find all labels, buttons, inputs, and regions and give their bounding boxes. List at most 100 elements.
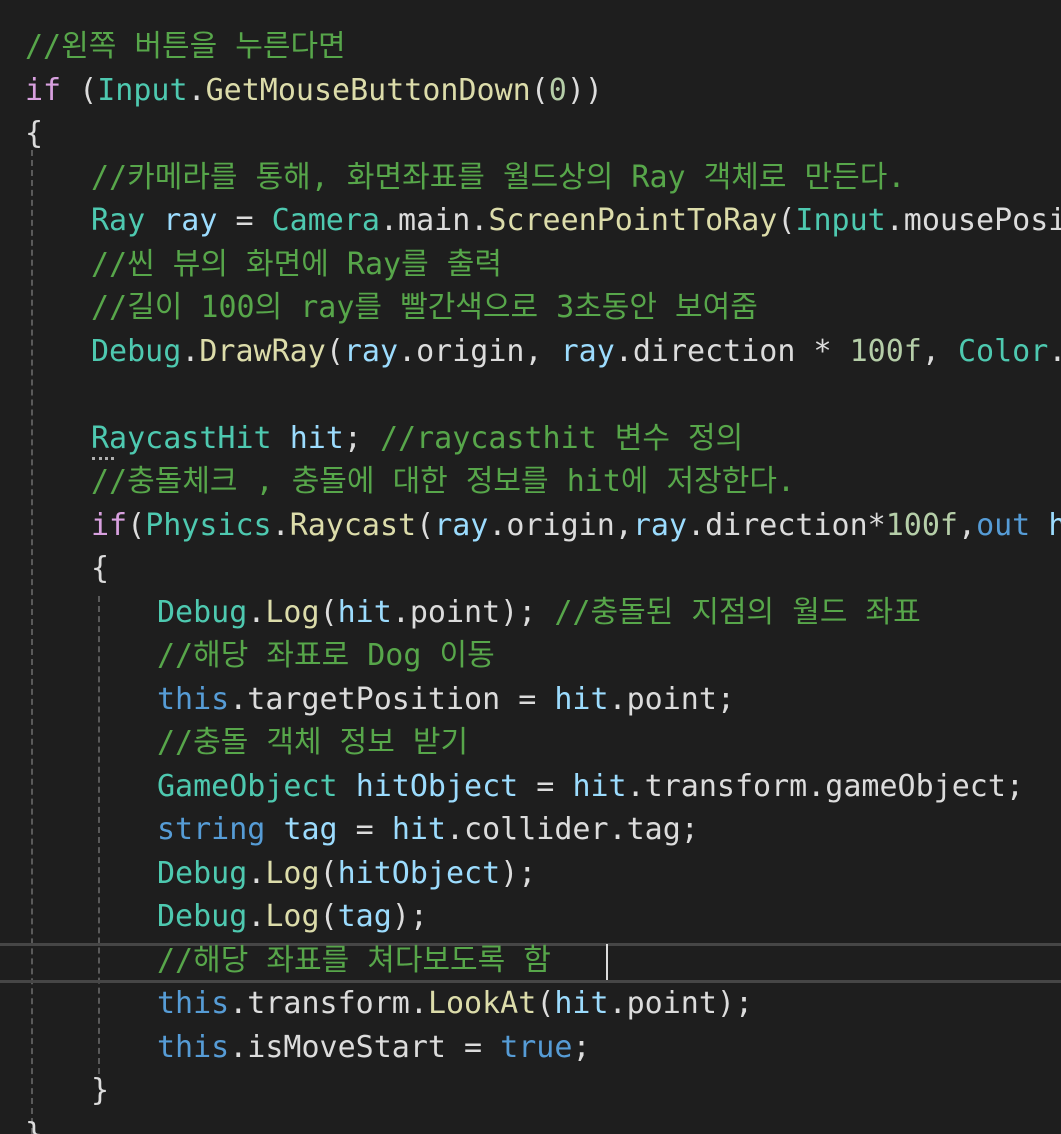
code-token-local: hit xyxy=(572,768,627,804)
code-token-comment: //해당 좌표를 쳐다보도록 함 xyxy=(157,942,551,978)
code-line[interactable]: { xyxy=(91,547,109,590)
code-token-plain: .red, xyxy=(1048,334,1061,369)
code-token-plain: = xyxy=(337,812,392,847)
code-token-comment: //raycasthit 변수 정의 xyxy=(380,420,744,456)
code-token-plain: ); xyxy=(500,855,537,891)
code-token-method: Log xyxy=(265,594,320,630)
code-token-plain: .collider.tag; xyxy=(446,812,699,847)
code-line[interactable]: Debug.DrawRay(ray.origin, ray.direction … xyxy=(91,330,1061,373)
code-line[interactable]: string tag = hit.collider.tag; xyxy=(157,808,699,851)
code-line[interactable]: GameObject hitObject = hit.transform.gam… xyxy=(157,765,1024,808)
code-line[interactable]: //길이 100의 ray를 빨간색으로 3초동안 보여줌 xyxy=(91,286,758,329)
code-token-local: hit xyxy=(289,420,344,456)
code-token-plain: .point); xyxy=(391,594,555,630)
code-line[interactable]: Ray ray = Camera.main.ScreenPointToRay(I… xyxy=(91,199,1061,242)
code-editor[interactable]: //왼쪽 버튼을 누른다면 if (Input.GetMouseButtonDow… xyxy=(0,0,1061,1134)
code-token-control: if xyxy=(91,507,128,543)
code-token-plain: .point; xyxy=(608,681,735,717)
code-token-plain: . xyxy=(247,594,266,630)
code-token-type: RaycastHit xyxy=(91,420,272,456)
code-token-comment: //충돌된 지점의 월드 좌표 xyxy=(554,594,921,630)
code-token-local: hitObject xyxy=(337,855,501,891)
code-token-plain: ( xyxy=(127,507,146,543)
code-token-plain: .isMoveStart = xyxy=(229,1029,501,1065)
code-token-local: hit xyxy=(554,681,609,717)
code-token-plain: .direction * xyxy=(614,333,850,369)
code-token-comment: //씬 뷰의 화면에 Ray를 출력 xyxy=(91,246,502,282)
code-token-local: hitObject xyxy=(355,768,519,804)
code-token-local: ray xyxy=(632,507,688,543)
code-token-comment: //왼쪽 버튼을 누른다면 xyxy=(25,29,346,64)
code-line[interactable]: //해당 좌표를 쳐다보도록 함 xyxy=(157,939,551,982)
code-token-plain: . xyxy=(181,333,200,369)
code-token-number: 0 xyxy=(548,72,567,108)
code-token-plain: , xyxy=(921,333,958,369)
code-line[interactable]: } xyxy=(91,1069,109,1112)
code-token-comment: //해당 좌표로 Dog 이동 xyxy=(157,638,495,673)
code-token-plain: ( xyxy=(777,203,796,238)
indent-guide-outer xyxy=(31,150,33,1134)
code-token-keyword: this xyxy=(157,1029,230,1065)
code-token-plain: .point); xyxy=(608,986,754,1021)
code-line[interactable]: this.transform.LookAt(hit.point); xyxy=(157,982,753,1025)
code-token-plain: ( xyxy=(319,899,338,934)
code-line[interactable]: { xyxy=(25,112,43,155)
code-token-plain: .origin, xyxy=(488,507,633,543)
code-token-plain: ( xyxy=(530,72,549,108)
code-token-plain: .targetPosition = xyxy=(229,681,555,717)
code-token-plain: .transform. xyxy=(229,986,428,1021)
code-line[interactable]: //충돌 객체 정보 받기 xyxy=(157,721,468,764)
code-token-number: 100f xyxy=(885,507,958,543)
code-token-type: GameObject xyxy=(157,768,338,804)
code-token-local: ray xyxy=(434,507,489,543)
code-token-type: Camera xyxy=(271,203,380,238)
code-line[interactable]: //씬 뷰의 화면에 Ray를 출력 xyxy=(91,243,502,286)
code-token-plain: } xyxy=(91,1073,110,1108)
code-token-method: Log xyxy=(265,855,320,891)
code-token-type: Debug xyxy=(157,855,248,891)
code-token-keyword: this xyxy=(157,986,230,1021)
code-line[interactable]: if(Physics.Raycast(ray.origin,ray.direct… xyxy=(91,504,1061,547)
code-line[interactable]: //충돌체크 , 충돌에 대한 정보를 hit에 저장한다. xyxy=(91,460,795,503)
code-token-plain: .transform.gameObject; xyxy=(626,768,1024,804)
code-line[interactable]: Debug.Log(tag); xyxy=(157,895,428,938)
code-token-plain: . xyxy=(247,899,266,934)
code-line[interactable]: RaycastHit hit; //raycasthit 변수 정의 xyxy=(91,417,743,460)
code-line[interactable]: if (Input.GetMouseButtonDown(0)) xyxy=(25,69,603,112)
code-line[interactable]: this.isMoveStart = true; xyxy=(157,1026,591,1069)
code-token-plain: { xyxy=(91,551,110,586)
code-line[interactable]: } xyxy=(25,1113,43,1134)
code-token-local: hit xyxy=(391,812,446,847)
code-line[interactable]: //왼쪽 버튼을 누른다면 xyxy=(25,25,346,68)
code-token-type: Input xyxy=(97,72,188,108)
code-token-plain: = xyxy=(217,203,272,238)
code-token-local: ray xyxy=(560,333,615,369)
code-line[interactable]: Debug.Log(hitObject); xyxy=(157,852,536,895)
code-line[interactable]: //해당 좌표로 Dog 이동 xyxy=(157,634,495,677)
code-token-plain: , xyxy=(958,507,977,543)
code-token-type: Ray xyxy=(91,203,146,238)
code-line[interactable]: //카메라를 통해, 화면좌표를 월드상의 Ray 객체로 만든다. xyxy=(91,156,905,199)
code-token-local: ray xyxy=(163,203,218,238)
code-token-plain: ( xyxy=(325,333,344,369)
code-line[interactable]: this.targetPosition = hit.point; xyxy=(157,678,735,721)
code-token-method: GetMouseButtonDown xyxy=(205,72,531,108)
code-token-plain: = xyxy=(518,768,573,804)
code-token-plain: . xyxy=(187,72,206,108)
code-token-plain: ( xyxy=(319,855,338,891)
code-token-comment: //카메라를 통해, 화면좌표를 월드상의 Ray 객체로 만든다. xyxy=(91,159,906,195)
code-token-type: Debug xyxy=(157,594,248,630)
code-token-plain: ( xyxy=(416,507,435,543)
code-token-control: if xyxy=(25,72,62,108)
code-token-plain: ; xyxy=(572,1029,591,1065)
code-line[interactable]: Debug.Log(hit.point); //충돌된 지점의 월드 좌표 xyxy=(157,591,921,634)
indent-guide-inner xyxy=(98,596,100,1074)
code-token-local: tag xyxy=(337,899,392,934)
code-token-type: Physics xyxy=(145,507,272,543)
code-token-type: Color xyxy=(958,333,1049,369)
code-token-keyword: out xyxy=(976,507,1031,543)
